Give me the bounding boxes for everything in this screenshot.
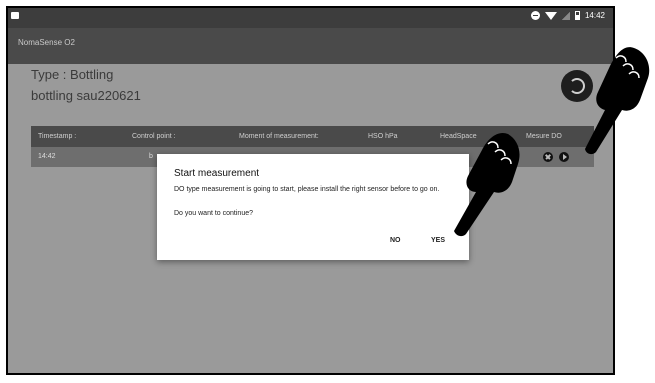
dialog-question: Do you want to continue? <box>174 210 253 217</box>
no-button[interactable]: NO <box>390 237 401 244</box>
column-header-hso: HSO hPa <box>368 133 398 140</box>
column-header-control-point: Control point : <box>132 133 176 140</box>
play-icon[interactable] <box>559 152 569 162</box>
app-bar: NomaSense O2 <box>8 28 613 64</box>
app-title: NomaSense O2 <box>18 38 75 47</box>
dialog-message: DO type measurement is going to start, p… <box>174 186 440 193</box>
close-icon[interactable] <box>543 152 553 162</box>
clock: 14:42 <box>584 11 605 20</box>
wifi-icon <box>544 11 557 20</box>
column-header-mesure-do: Mesure DO <box>526 133 562 140</box>
status-bar: 14:42 <box>8 8 613 28</box>
battery-icon <box>574 11 580 20</box>
row-timestamp: 14:42 <box>38 153 56 160</box>
pointing-hand-icon <box>454 132 520 237</box>
row-control-point: b <box>149 153 153 160</box>
status-icons: 14:42 <box>530 11 605 20</box>
notification-icon <box>11 12 19 19</box>
yes-button[interactable]: YES <box>431 237 445 244</box>
do-not-disturb-icon <box>530 11 540 20</box>
batch-name: bottling sau220621 <box>31 88 141 103</box>
pointing-hand-icon <box>585 47 650 155</box>
signal-icon <box>561 11 570 20</box>
column-header-moment: Moment of measurement: <box>239 133 319 140</box>
start-measurement-dialog: Start measurement DO type measurement is… <box>157 154 469 260</box>
column-header-timestamp: Timestamp : <box>38 133 77 140</box>
measurement-type: Type : Bottling <box>31 67 114 82</box>
dialog-title: Start measurement <box>174 168 260 179</box>
